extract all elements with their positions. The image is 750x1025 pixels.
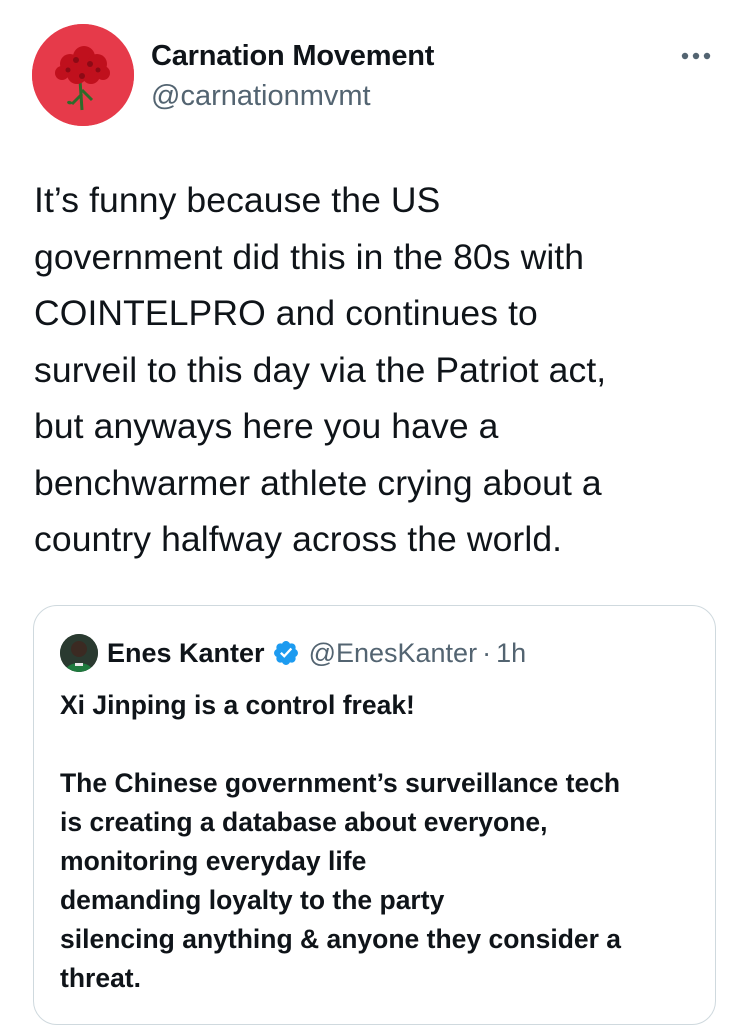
- author-avatar[interactable]: [32, 24, 134, 126]
- quoted-tweet-text: Xi Jinping is a control freak! The Chine…: [60, 690, 622, 993]
- quoted-author-name[interactable]: Enes Kanter: [107, 638, 265, 669]
- red-carnation-icon: [32, 24, 134, 126]
- header-separator: ·: [482, 637, 492, 668]
- quoted-tweet-card[interactable]: Enes Kanter @EnesKanter · 1h Xi Jinping …: [33, 605, 716, 1025]
- quoted-tweet-header: Enes Kanter @EnesKanter · 1h: [107, 635, 526, 671]
- quoted-author-handle[interactable]: @EnesKanter: [309, 638, 478, 669]
- quoted-author-avatar[interactable]: [60, 634, 98, 672]
- verified-badge-icon: [272, 639, 300, 667]
- more-options-button[interactable]: [676, 44, 716, 68]
- tweet-text: It’s funny because the US government did…: [34, 180, 607, 559]
- quoted-avatar-photo-icon: [60, 634, 98, 672]
- quoted-tweet-timestamp[interactable]: 1h: [496, 638, 526, 669]
- more-options-icon: [681, 52, 711, 60]
- author-name[interactable]: Carnation Movement: [151, 40, 434, 73]
- author-handle[interactable]: @carnationmvmt: [151, 80, 371, 113]
